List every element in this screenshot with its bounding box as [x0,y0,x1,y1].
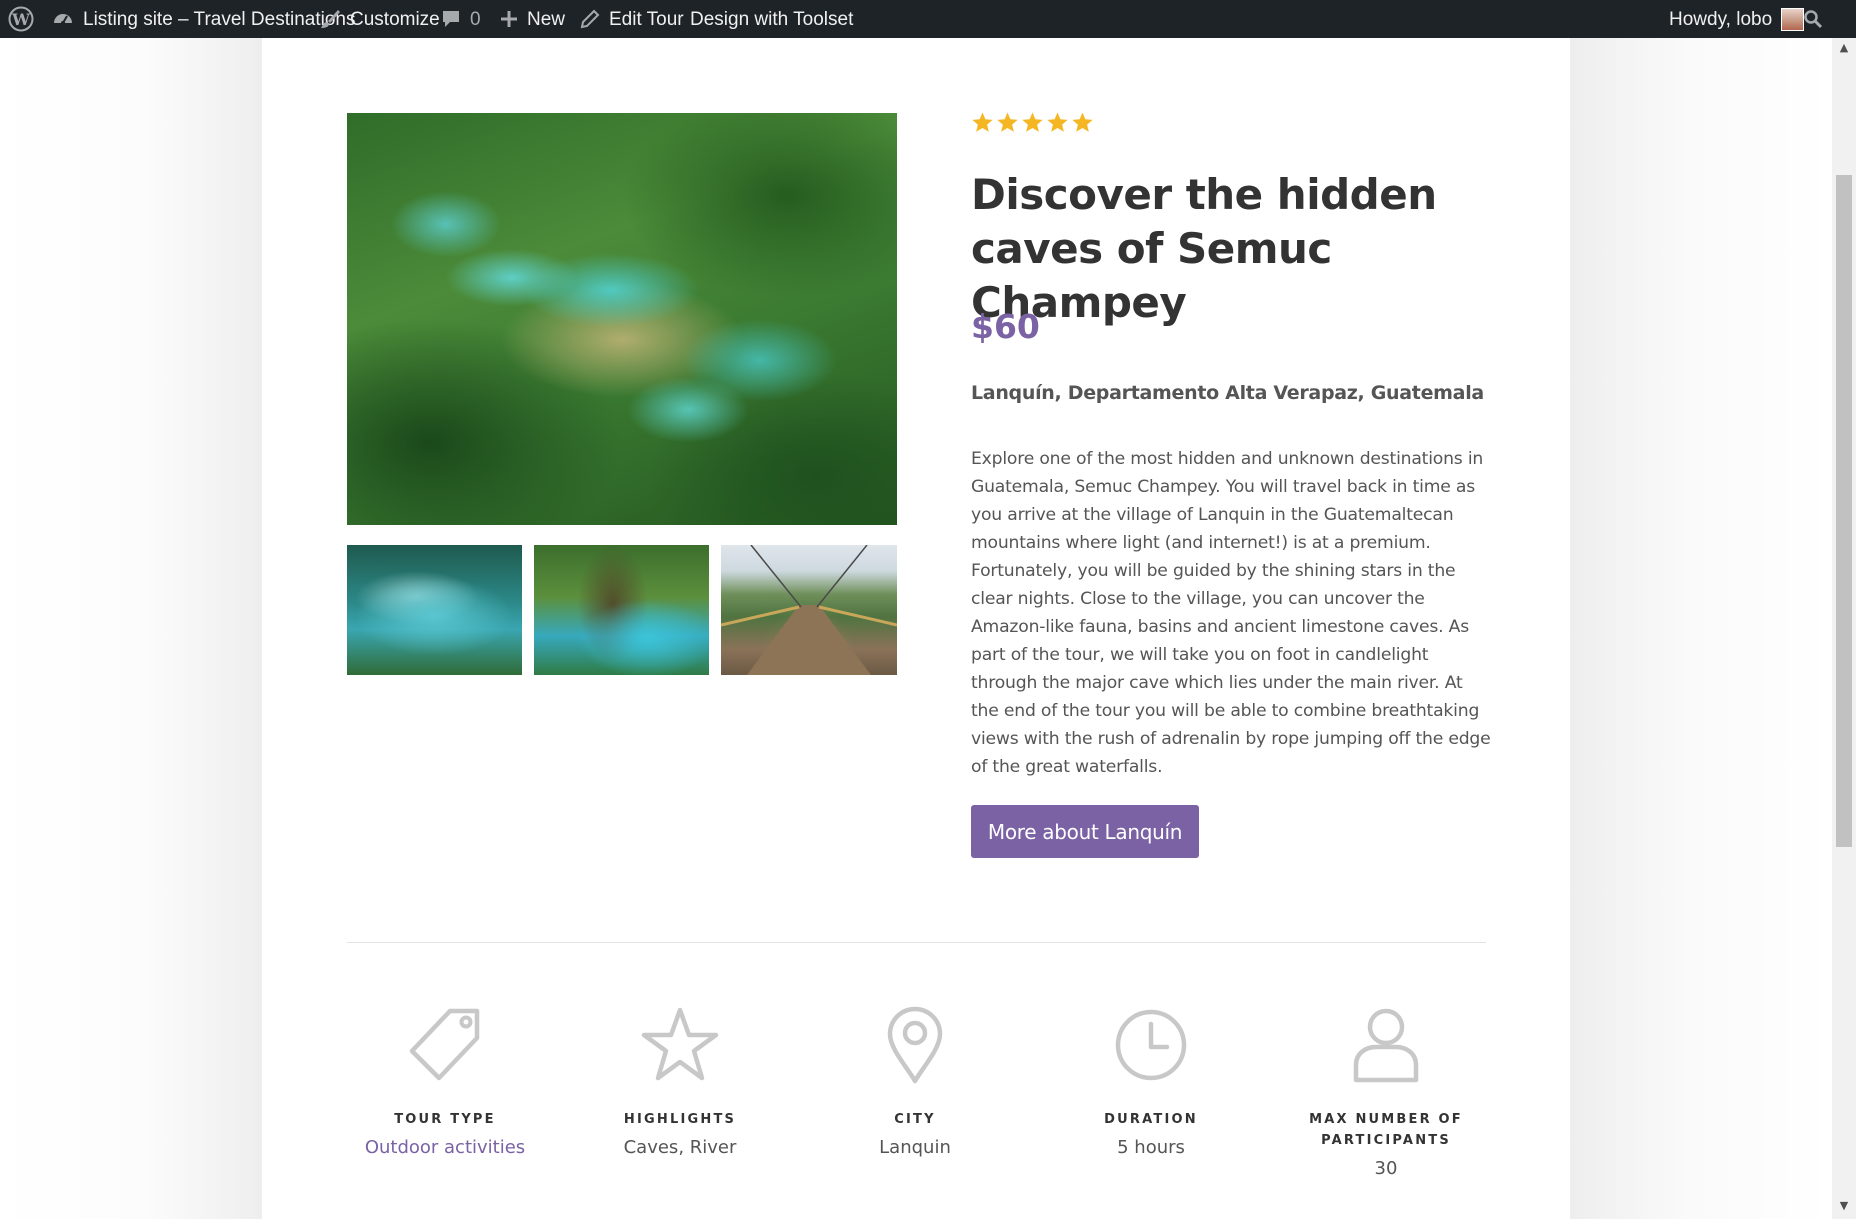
new-content-link[interactable]: New [500,0,565,38]
feature-value: Lanquin [879,1137,951,1158]
tour-price: $60 [971,307,1040,346]
feature-label: HIGHLIGHTS [623,1112,737,1127]
howdy-label: Howdy, lobo [1669,8,1773,30]
search-icon [1804,10,1823,29]
feature-label: CITY [894,1112,936,1127]
wordpress-icon: W [8,6,34,32]
page-background-right [1570,38,1832,1219]
tour-type-link[interactable]: Outdoor activities [327,1134,563,1162]
feature-tour-type: TOUR TYPE Outdoor activities [327,1005,563,1162]
wordpress-logo-icon[interactable]: W [8,0,34,38]
feature-value: 30 [1374,1158,1398,1179]
user-account-menu[interactable]: Howdy, lobo [1669,0,1805,38]
site-name-label: Listing site – Travel Destinations [83,8,356,30]
star-icon [1047,112,1068,132]
customize-label: Customize [350,8,440,30]
svg-text:W: W [11,10,31,29]
gallery-thumbnail[interactable] [347,545,522,675]
feature-label: MAX NUMBER OF PARTICIPANTS [1309,1112,1463,1148]
paintbrush-icon [321,10,340,28]
scroll-up-arrow-icon[interactable]: ▲ [1836,40,1852,56]
tour-location: Lanquín, Departamento Alta Verapaz, Guat… [971,382,1484,404]
comments-link[interactable]: 0 [441,0,481,38]
admin-search-button[interactable] [1803,0,1823,38]
feature-value: 5 hours [1117,1137,1185,1158]
tour-description: Explore one of the most hidden and unkno… [971,449,1491,777]
feature-max-participants: MAX NUMBER OF PARTICIPANTS 30 [1268,1005,1504,1183]
scroll-down-arrow-icon[interactable]: ▼ [1836,1198,1852,1214]
customize-link[interactable]: Customize [319,0,440,38]
feature-label: TOUR TYPE [394,1112,496,1127]
feature-highlights: HIGHLIGHTS Caves, River [562,1005,798,1162]
site-name-link[interactable]: Listing site – Travel Destinations [52,0,355,38]
star-icon [972,112,993,132]
edit-tour-link[interactable]: Edit Tour [580,0,684,38]
more-about-city-button[interactable]: More about Lanquín [971,805,1199,858]
avatar [1781,7,1805,31]
admin-bar: W Listing site – Travel Destinations Cus… [0,0,1856,38]
toolset-label: Design with Toolset [690,8,854,30]
star-rating [971,111,1094,134]
scrollbar-thumb[interactable] [1836,175,1852,847]
map-pin-icon [887,1006,943,1084]
page-background-left [0,38,262,1219]
section-divider [347,942,1486,943]
tag-icon [409,1008,480,1081]
main-tour-photo[interactable] [347,113,897,525]
pencil-icon [580,9,600,29]
plus-icon [501,11,517,27]
feature-city: CITY Lanquin [797,1005,1033,1162]
comment-icon [443,11,459,27]
gallery-thumbnail[interactable] [721,545,897,675]
star-outline-icon [641,1007,719,1081]
dashboard-icon [54,14,72,25]
feature-duration: DURATION 5 hours [1033,1005,1269,1162]
feature-label: DURATION [1104,1112,1198,1127]
clock-icon [1115,1009,1187,1081]
tour-title: Discover the hidden caves of Semuc Champ… [971,170,1437,327]
person-icon [1353,1008,1419,1083]
star-icon [1022,112,1043,132]
star-icon [997,112,1018,132]
new-label: New [527,8,566,30]
feature-value: Caves, River [623,1137,737,1158]
design-with-toolset-link[interactable]: Design with Toolset [690,0,853,38]
star-icon [1072,112,1093,132]
edit-tour-label: Edit Tour [609,8,684,30]
bridge-illustration [721,545,897,675]
comments-count: 0 [470,8,481,30]
gallery-thumbnail[interactable] [534,545,709,675]
